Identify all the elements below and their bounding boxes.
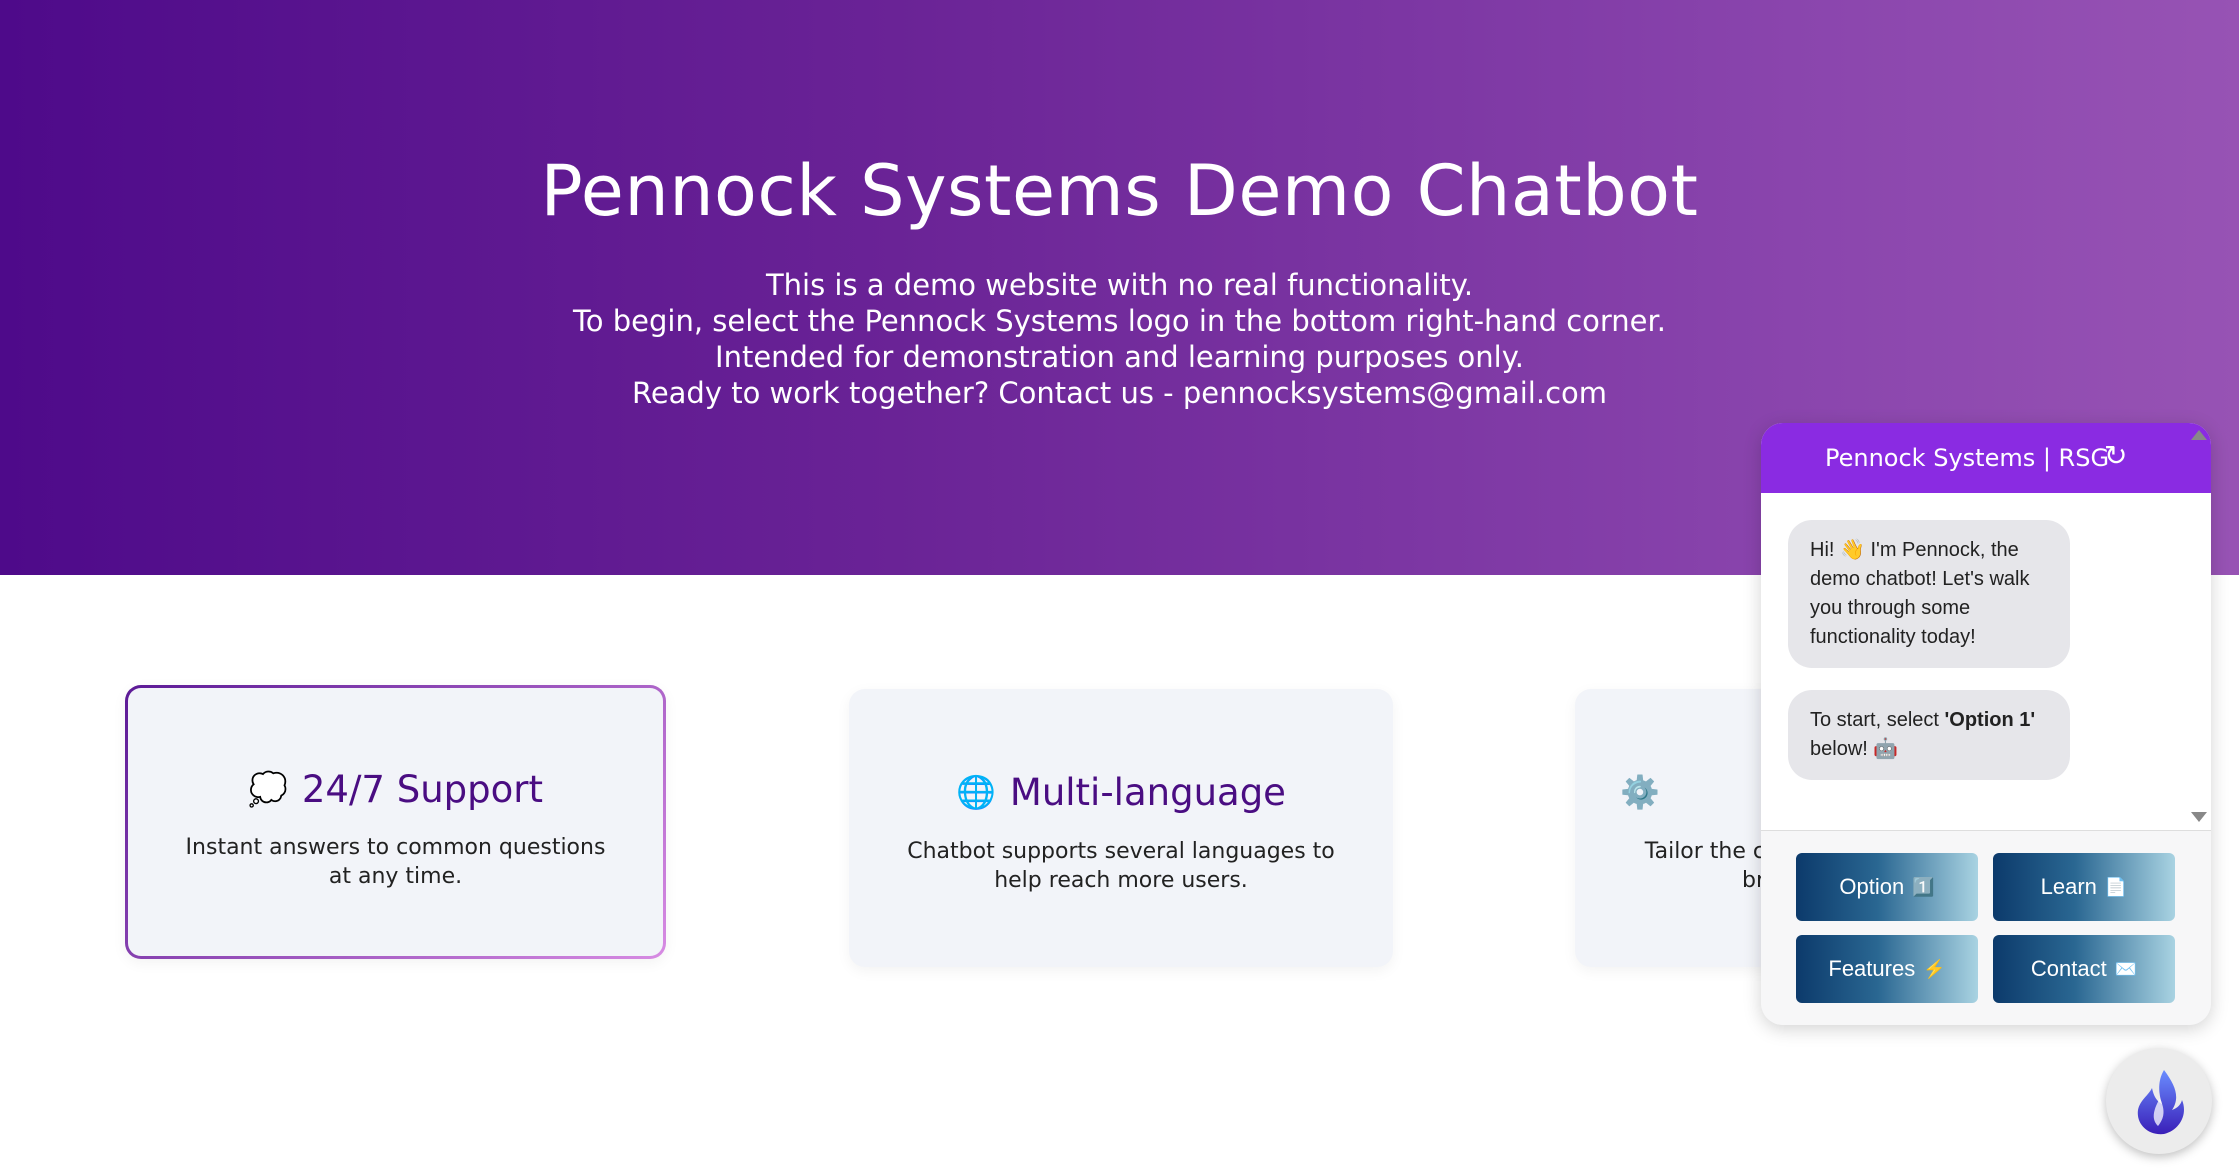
chat-options: Option 1️⃣ Learn 📄 Features ⚡ Contact ✉️ [1761,830,2211,1025]
feature-title: 24/7 Support [301,768,543,811]
feature-card-support[interactable]: 💭 24/7 Support Instant answers to common … [125,685,666,959]
hero-line: This is a demo website with no real func… [765,268,1474,302]
contact-button[interactable]: Contact ✉️ [1993,935,2175,1003]
keycap-one-icon: 1️⃣ [1912,876,1935,897]
chat-header: Pennock Systems | RSG ↻ [1761,423,2211,493]
scroll-down-arrow-icon[interactable] [2191,812,2207,822]
gear-icon: ⚙️ [1620,773,1660,811]
globe-icon: 🌐 [956,773,996,811]
refresh-icon[interactable]: ↻ [2104,439,2127,472]
chatbot-launcher-button[interactable] [2106,1048,2212,1154]
page-title: Pennock Systems Demo Chatbot [540,150,1699,232]
lightning-icon: ⚡ [1923,958,1946,979]
chat-header-title: Pennock Systems | RSG [1825,444,2110,472]
hero-description: This is a demo website with no real func… [0,267,2239,411]
feature-description: Tailor the c br [1644,839,1765,893]
envelope-icon: ✉️ [2114,958,2138,979]
scroll-up-arrow-icon[interactable] [2191,430,2207,440]
hero-line: Intended for demonstration and learning … [715,340,1524,374]
chat-messages[interactable]: Hi! 👋 I'm Pennock, the demo chatbot! Let… [1761,493,2211,851]
hero-line: Ready to work together? Contact us - pen… [631,376,1608,410]
pennock-flame-logo-icon [2137,1070,2184,1135]
bot-message: To start, select 'Option 1' below! 🤖 [1788,690,2070,780]
feature-card-multilanguage[interactable]: 🌐 Multi-language Chatbot supports several… [849,689,1393,967]
feature-description: Chatbot supports several languages to he… [907,839,1335,893]
features-button[interactable]: Features ⚡ [1796,935,1978,1003]
learn-button[interactable]: Learn 📄 [1993,853,2175,921]
feature-title: Multi-language [1009,771,1286,814]
hero-line: To begin, select the Pennock Systems log… [573,304,1666,338]
option-button[interactable]: Option 1️⃣ [1796,853,1978,921]
speech-bubble-icon: 💭 [248,770,288,808]
bot-message: Hi! 👋 I'm Pennock, the demo chatbot! Let… [1788,520,2070,668]
feature-description: Instant answers to common questions at a… [185,835,606,889]
chatbot-window: Pennock Systems | RSG ↻ Hi! 👋 I'm Pennoc… [1761,423,2211,1025]
document-icon: 📄 [2104,876,2128,897]
